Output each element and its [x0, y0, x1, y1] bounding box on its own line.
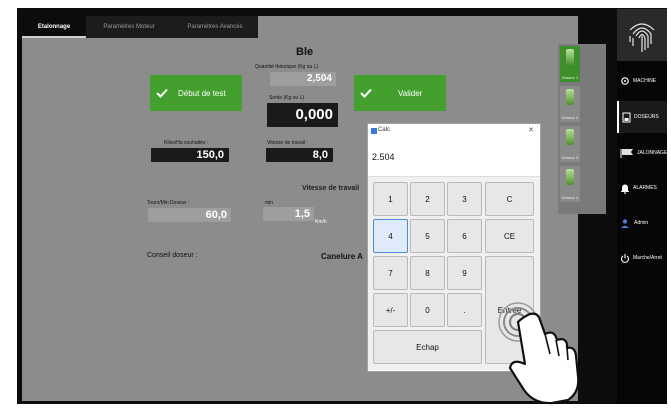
sidebar-item-jalonnage[interactable]: JALONNAGE — [617, 137, 667, 169]
key-decimal[interactable]: . — [447, 293, 482, 327]
canelure-text: Canelure A — [321, 252, 363, 261]
calculator-title: Calc — [378, 127, 391, 133]
touch-hand-icon — [498, 302, 580, 405]
sidebar-item-admin[interactable]: Admin — [617, 207, 667, 239]
sortie-value: 0,000 — [267, 103, 338, 127]
start-test-button[interactable]: Début de test — [150, 75, 242, 111]
sidebar-item-alarmes[interactable]: ALARMES — [617, 172, 667, 204]
tab-parametres-moteur[interactable]: Paramètres Moteur — [86, 16, 172, 38]
doseur-column: Doseur 1 Doseur 2 Doseur 3 Doseur 4 — [558, 44, 606, 214]
key-5[interactable]: 5 — [410, 219, 445, 253]
tab-parametres-avances[interactable]: Paramètres Avancés — [172, 16, 258, 38]
sortie-label: Sortie (Kg ou L) — [269, 95, 305, 101]
vitesse-value[interactable]: 8,0 — [266, 148, 333, 162]
validate-button[interactable]: Valider — [354, 75, 446, 111]
doseur-3-button[interactable]: Doseur 3 — [560, 126, 580, 162]
sidebar-item-marche-arret[interactable]: Marche/Arret — [617, 242, 667, 274]
tours-label: Tours/Min Doseur : — [147, 200, 189, 206]
theo-label: Quantité théorique (Kg ou L) — [255, 64, 319, 70]
key-1[interactable]: 1 — [373, 182, 408, 216]
doseur-4-button[interactable]: Doseur 4 — [560, 166, 580, 202]
key-8[interactable]: 8 — [410, 256, 445, 290]
key-2[interactable]: 2 — [410, 182, 445, 216]
tab-etalonnage[interactable]: Etalonnage — [22, 16, 86, 38]
conseil-label: Conseil doseur : — [147, 252, 198, 259]
key-7[interactable]: 7 — [373, 256, 408, 290]
key-6[interactable]: 6 — [447, 219, 482, 253]
check-icon — [156, 88, 168, 98]
key-3[interactable]: 3 — [447, 182, 482, 216]
fingerprint-icon[interactable] — [617, 9, 667, 61]
close-icon[interactable]: ✕ — [528, 126, 534, 134]
calculator-titlebar: Calc ✕ — [368, 124, 540, 138]
sidebar: MACHINE DOSEURS JALONNAGE ALARMES Admin … — [617, 9, 667, 404]
key-escape[interactable]: Echap — [373, 330, 482, 364]
sidebar-item-machine[interactable]: MACHINE — [617, 65, 667, 97]
flag-icon — [620, 148, 633, 158]
calculator-app-icon — [371, 128, 377, 134]
key-4[interactable]: 4 — [373, 219, 408, 253]
calculator-display: 2.504 — [372, 152, 395, 162]
doseur-1-button[interactable]: Doseur 1 — [560, 46, 580, 82]
key-plus-minus[interactable]: +/- — [373, 293, 408, 327]
validate-label: Valider — [398, 88, 423, 98]
tours-value: 60,0 — [148, 208, 231, 222]
key-9[interactable]: 9 — [447, 256, 482, 290]
admin-icon — [621, 218, 629, 228]
key-clear-entry[interactable]: CE — [485, 219, 534, 253]
gear-icon — [621, 77, 629, 85]
vitesse-label: Vitesse de travail : — [267, 140, 308, 146]
tab-bar: Etalonnage Paramètres Moteur Paramètres … — [22, 16, 258, 38]
product-title: Ble — [296, 46, 314, 58]
kilos-label: Kilos/Ha souhaités : — [164, 140, 209, 146]
check-icon — [360, 88, 372, 98]
key-clear[interactable]: C — [485, 182, 534, 216]
kilos-value[interactable]: 150,0 — [151, 148, 229, 162]
theo-value: 2,504 — [270, 72, 336, 86]
doseur-icon — [566, 169, 574, 185]
sidebar-item-doseurs[interactable]: DOSEURS — [617, 101, 667, 133]
min-label: min — [265, 200, 274, 206]
doseur-2-button[interactable]: Doseur 2 — [560, 86, 580, 122]
power-icon — [620, 253, 630, 263]
doser-icon — [622, 112, 631, 122]
key-0[interactable]: 0 — [410, 293, 445, 327]
km-unit: Km/h — [315, 219, 327, 225]
doseur-icon — [566, 129, 574, 145]
min-value: 1,5 — [263, 207, 314, 221]
doseur-icon — [566, 89, 574, 105]
vitesse-travail-label: Vitesse de travail — [302, 185, 360, 192]
doseur-icon — [566, 49, 574, 65]
bell-icon — [621, 184, 629, 194]
start-test-label: Début de test — [178, 88, 226, 98]
